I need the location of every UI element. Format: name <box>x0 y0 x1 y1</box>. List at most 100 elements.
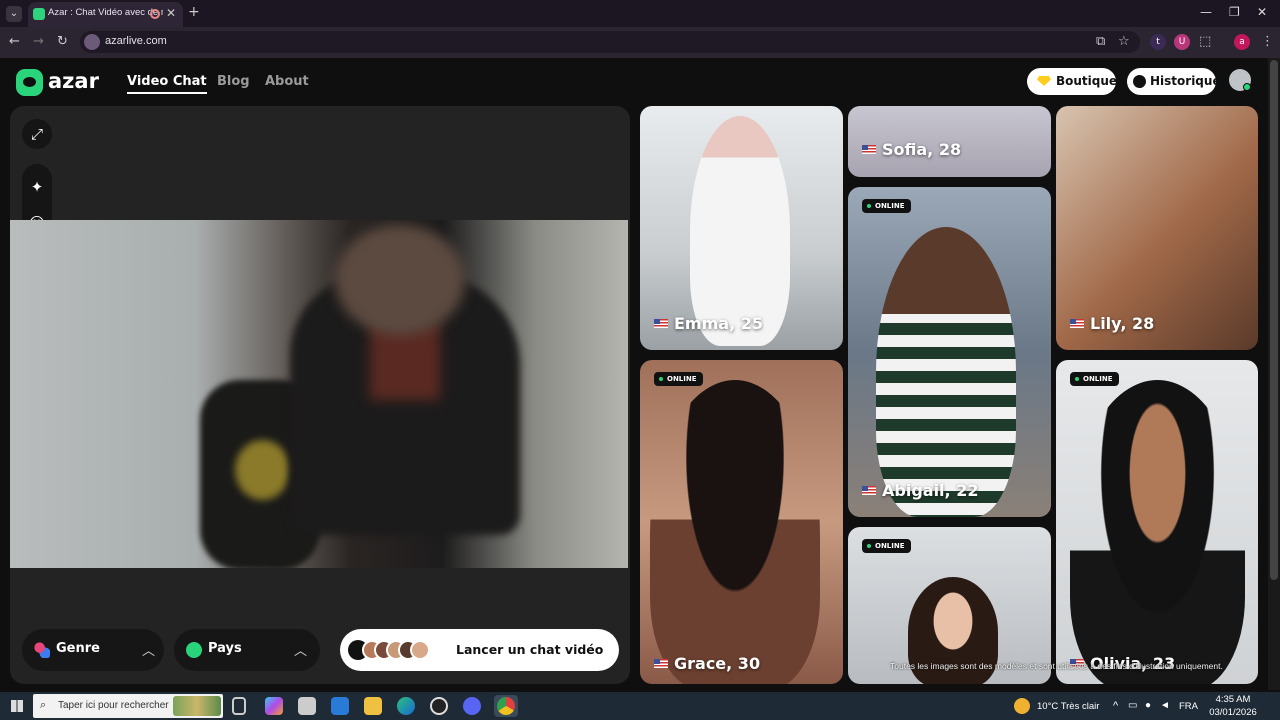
profile-photo <box>1070 380 1245 684</box>
site-header: azar Video Chat Blog About Boutique Hist… <box>0 58 1268 106</box>
gem-icon <box>1037 76 1051 86</box>
forward-icon[interactable]: → <box>33 34 44 49</box>
video-panel: ⤢ ✦ ☺ Genre ︿ Pays ︿ Lancer un chat vidé… <box>10 106 630 684</box>
online-badge: ONLINE <box>654 372 703 386</box>
us-flag-icon <box>654 659 668 668</box>
extension-u-icon[interactable]: U <box>1174 34 1190 50</box>
boutique-label: Boutique <box>1056 74 1118 88</box>
start-video-chat-button[interactable]: Lancer un chat vidéo <box>340 629 619 671</box>
tab-title: Azar : Chat Vidéo avec de n <box>48 7 163 18</box>
chevron-up-icon: ︿ <box>294 644 308 659</box>
us-flag-icon <box>654 319 668 328</box>
url-text: azarlive.com <box>105 35 167 47</box>
site-info-icon[interactable] <box>84 34 100 50</box>
search-placeholder: Taper ici pour rechercher <box>58 700 169 711</box>
recorder-icon[interactable] <box>430 697 448 715</box>
country-label: Pays <box>208 641 242 656</box>
new-tab-icon[interactable]: + <box>188 4 200 20</box>
profile-card-abigail[interactable]: ONLINE Abigail, 22 <box>848 187 1051 517</box>
language-indicator[interactable]: FRA <box>1179 701 1198 712</box>
profile-card-olivia[interactable]: ONLINE Olivia, 23 <box>1056 360 1258 684</box>
close-window-icon[interactable]: ✕ <box>1257 5 1267 19</box>
profile-name: Abigail, 22 <box>882 481 979 500</box>
clock-date[interactable]: 03/01/2026 <box>1203 707 1263 718</box>
profile-name: Lily, 28 <box>1090 314 1155 333</box>
sparkles-icon[interactable]: ✦ <box>22 172 52 202</box>
globe-icon <box>186 642 202 658</box>
weather-moon-icon[interactable] <box>1014 698 1030 714</box>
store-icon[interactable] <box>298 697 316 715</box>
page-scrollbar[interactable] <box>1268 58 1280 690</box>
logo-text[interactable]: azar <box>48 69 99 93</box>
browser-tab[interactable]: Azar : Chat Vidéo avec de n ✕ <box>28 2 183 27</box>
historique-button[interactable]: Historique <box>1127 68 1221 95</box>
extensions-puzzle-icon[interactable]: ⬚ <box>1199 34 1211 49</box>
face-thumb-icon <box>410 640 430 660</box>
bookmark-star-icon[interactable]: ☆ <box>1118 34 1130 49</box>
restore-icon[interactable]: ❐ <box>1229 5 1240 19</box>
tab-search-icon[interactable]: ⌄ <box>6 6 22 22</box>
microphone-icon[interactable]: ● <box>1145 700 1151 711</box>
profile-name: Grace, 30 <box>674 654 761 673</box>
profile-card-sofia[interactable]: Sofia, 28 <box>848 106 1051 177</box>
browser-tabbar: ⌄ Azar : Chat Vidéo avec de n ✕ + — ❐ ✕ <box>0 0 1280 27</box>
search-highlight-image <box>173 696 221 716</box>
country-dropdown[interactable]: Pays ︿ <box>174 629 320 671</box>
network-icon[interactable]: ▭ <box>1128 700 1137 711</box>
mail-icon[interactable] <box>331 697 349 715</box>
azar-favicon-icon <box>33 8 45 20</box>
online-badge: ONLINE <box>862 539 911 553</box>
reload-icon[interactable]: ↻ <box>57 34 68 49</box>
profile-name: Emma, 25 <box>674 314 763 333</box>
expand-icon[interactable]: ⤢ <box>22 119 52 149</box>
us-flag-icon <box>1070 319 1084 328</box>
chevron-up-icon: ︿ <box>142 644 156 659</box>
volume-icon[interactable]: ◄ <box>1160 700 1170 711</box>
minimize-icon[interactable]: — <box>1200 5 1212 19</box>
start-video-chat-label: Lancer un chat vidéo <box>456 642 604 657</box>
copilot-icon[interactable] <box>265 697 283 715</box>
file-explorer-icon[interactable] <box>364 697 382 715</box>
us-flag-icon <box>862 145 876 154</box>
gender-label: Genre <box>56 641 100 656</box>
scroll-thumb[interactable] <box>1270 60 1278 580</box>
nav-blog[interactable]: Blog <box>217 74 250 89</box>
online-badge: ONLINE <box>1070 372 1119 386</box>
boutique-button[interactable]: Boutique <box>1027 68 1118 95</box>
recording-icon <box>150 9 160 19</box>
profile-photo <box>876 227 1016 517</box>
profile-card-emma[interactable]: Emma, 25 <box>640 106 843 350</box>
profile-photo <box>690 116 790 346</box>
profile-card-grace[interactable]: ONLINE Grace, 30 <box>640 360 843 684</box>
edge-icon[interactable] <box>397 697 415 715</box>
azar-logo-icon[interactable] <box>16 69 43 96</box>
back-icon[interactable]: ← <box>9 34 20 49</box>
discord-icon[interactable] <box>463 697 481 715</box>
online-badge: ONLINE <box>862 199 911 213</box>
extension-t-icon[interactable]: t <box>1150 34 1166 50</box>
close-tab-icon[interactable]: ✕ <box>166 6 176 20</box>
clock-time[interactable]: 4:35 AM <box>1208 694 1258 705</box>
profile-a-icon[interactable]: a <box>1234 34 1250 50</box>
taskbar-search[interactable]: ⌕ Taper ici pour rechercher <box>33 694 223 718</box>
chevron-up-icon[interactable]: ^ <box>1113 700 1118 712</box>
chair-accent <box>235 440 290 500</box>
camera-preview <box>10 220 628 568</box>
search-icon: ⌕ <box>40 698 47 711</box>
profile-photo <box>650 380 820 684</box>
weather-text[interactable]: 10°C Très clair <box>1037 701 1099 712</box>
profile-card-lily[interactable]: Lily, 28 <box>1056 106 1258 350</box>
person-head <box>335 225 465 335</box>
install-app-icon[interactable]: ⧉ <box>1096 34 1105 49</box>
browser-menu-icon[interactable]: ⋮ <box>1261 34 1274 49</box>
windows-start-icon[interactable] <box>11 700 23 712</box>
nav-video-chat[interactable]: Video Chat <box>127 74 207 94</box>
nav-about[interactable]: About <box>265 74 309 89</box>
chrome-icon <box>497 697 515 715</box>
url-field[interactable]: azarlive.com <box>80 31 1140 53</box>
us-flag-icon <box>862 486 876 495</box>
task-view-icon[interactable] <box>232 697 246 715</box>
image-disclaimer: Toutes les images sont des modèles et so… <box>890 661 1223 671</box>
online-status-dot <box>1243 83 1251 91</box>
gender-dropdown[interactable]: Genre ︿ <box>22 629 164 671</box>
